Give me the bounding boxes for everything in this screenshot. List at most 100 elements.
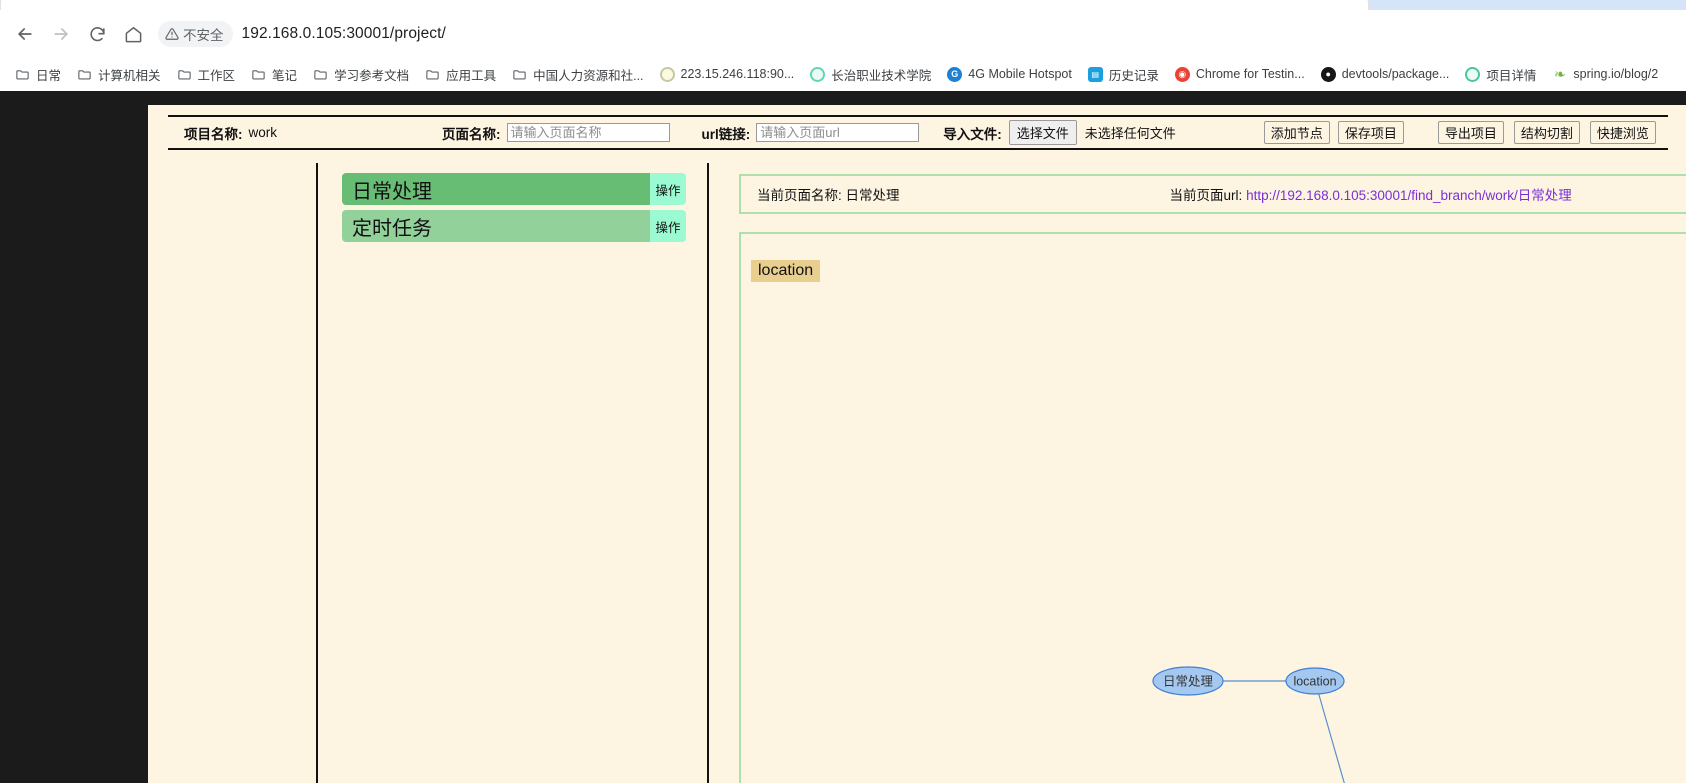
current-page-url-wrap: 当前页面url: http://192.168.0.105:30001/find… <box>1170 184 1572 204</box>
current-page-url-link[interactable]: http://192.168.0.105:30001/find_branch/w… <box>1246 188 1572 203</box>
graph-node-label: 日常处理 <box>1163 675 1214 689</box>
site-favicon-hotspot: G <box>947 66 963 82</box>
folder-icon <box>313 67 328 82</box>
file-status-text: 未选择任何文件 <box>1084 126 1176 141</box>
current-page-info-card: 当前页面名称: 日常处理 当前页面url: http://192.168.0.1… <box>739 174 1686 214</box>
detail-pane: 当前页面名称: 日常处理 当前页面url: http://192.168.0.1… <box>723 163 1686 783</box>
forward-arrow-icon <box>54 28 68 40</box>
bookmark-item[interactable]: 日常 <box>7 61 69 88</box>
action-buttons-secondary: 导出项目 结构切割 快捷浏览 <box>1437 121 1656 144</box>
current-page-name-value: 日常处理 <box>845 188 900 203</box>
home-button[interactable] <box>116 17 150 51</box>
bookmark-label: 223.15.246.118:90... <box>680 67 795 81</box>
url-group: url链接: <box>702 123 920 143</box>
bookmark-item[interactable]: G 4G Mobile Hotspot <box>939 63 1080 86</box>
browser-toolbar: 不安全 192.168.0.105:30001/project/ <box>0 10 1686 58</box>
import-file-group: 导入文件: 选择文件 未选择任何文件 <box>943 120 1176 145</box>
current-page-name-key: 当前页面名称: <box>757 188 842 203</box>
bookmark-label: 应用工具 <box>446 68 497 83</box>
bookmark-item[interactable]: ◉ Chrome for Testin... <box>1167 63 1313 86</box>
url-input[interactable] <box>756 123 920 142</box>
reload-icon <box>89 26 105 41</box>
tab-strip <box>0 0 1686 10</box>
structure-split-button[interactable]: 结构切割 <box>1513 121 1580 144</box>
address-bar[interactable]: 不安全 192.168.0.105:30001/project/ <box>158 19 1678 49</box>
list-item[interactable]: 日常处理 操作 <box>342 173 686 205</box>
browser-tab[interactable] <box>0 0 1369 10</box>
folder-icon <box>251 67 266 82</box>
folder-icon <box>77 67 92 82</box>
import-file-label: 导入文件: <box>943 126 1002 142</box>
bookmark-item[interactable]: 应用工具 <box>417 61 504 88</box>
bookmark-item[interactable]: 学习参考文档 <box>305 61 417 88</box>
bookmark-item[interactable]: 项目详情 <box>1457 61 1544 88</box>
security-status-chip[interactable]: 不安全 <box>158 21 233 47</box>
page-name-group: 页面名称: <box>442 123 670 143</box>
web-page: 项目名称: work 页面名称: url链接: 导入文件: 选择文件 未选择任何… <box>148 105 1686 783</box>
node-operation-button[interactable]: 操作 <box>650 173 686 205</box>
bookmark-item[interactable]: 223.15.246.118:90... <box>652 63 803 86</box>
project-name-value: work <box>248 125 278 140</box>
reload-button[interactable] <box>80 17 114 51</box>
bookmark-label: devtools/package... <box>1341 67 1450 81</box>
bookmark-item[interactable]: ❧ spring.io/blog/2 <box>1544 63 1666 86</box>
calendar-icon: ▤ <box>1087 66 1103 82</box>
current-page-name-label: 当前页面名称: 日常处理 <box>757 184 900 204</box>
node-title[interactable]: 日常处理 <box>342 173 650 205</box>
bookmark-item[interactable]: 长治职业技术学院 <box>802 61 939 88</box>
project-name-group: 项目名称: work <box>184 123 277 143</box>
node-operation-button[interactable]: 操作 <box>650 210 686 242</box>
bookmark-label: 历史记录 <box>1108 68 1159 83</box>
back-button[interactable] <box>8 17 42 51</box>
app-toolbar: 项目名称: work 页面名称: url链接: 导入文件: 选择文件 未选择任何… <box>168 115 1668 150</box>
folder-icon <box>425 67 440 82</box>
bookmark-item[interactable]: ▤ 历史记录 <box>1080 61 1167 88</box>
add-node-button[interactable]: 添加节点 <box>1263 121 1330 144</box>
bookmark-label: 日常 <box>36 68 62 83</box>
graph-node[interactable]: 日常处理 <box>1152 666 1224 696</box>
graph-node[interactable]: location <box>1285 667 1345 695</box>
security-status-label: 不安全 <box>183 28 224 43</box>
site-favicon-teal <box>810 66 826 82</box>
bookmark-item[interactable]: 笔记 <box>243 61 305 88</box>
graph-edge <box>1314 680 1345 783</box>
url-link-label: url链接: <box>701 126 751 142</box>
bookmark-label: 计算机相关 <box>98 68 161 83</box>
bookmark-label: 笔记 <box>272 68 298 83</box>
bookmark-item[interactable]: 工作区 <box>169 61 244 88</box>
chrome-icon: ◉ <box>1174 66 1190 82</box>
address-bar-url: 192.168.0.105:30001/project/ <box>241 25 446 42</box>
folder-icon <box>177 67 192 82</box>
bookmark-item[interactable]: ● devtools/package... <box>1313 63 1458 86</box>
node-title[interactable]: 定时任务 <box>342 210 650 242</box>
site-favicon-teal2 <box>1465 66 1481 82</box>
project-name-label: 项目名称: <box>184 126 243 142</box>
quick-browse-button[interactable]: 快捷浏览 <box>1589 121 1656 144</box>
list-item[interactable]: 定时任务 操作 <box>342 210 686 242</box>
bookmark-item[interactable]: 中国人力资源和社... <box>504 61 651 88</box>
site-favicon-ring <box>659 66 675 82</box>
spring-icon: ❧ <box>1552 65 1568 82</box>
graph-canvas[interactable]: location 日常处理location定时任务 <box>739 232 1686 783</box>
bookmark-label: 长治职业技术学院 <box>831 68 932 83</box>
home-icon <box>125 26 141 42</box>
action-buttons-primary: 添加节点 保存项目 <box>1263 121 1404 144</box>
bookmark-label: 4G Mobile Hotspot <box>968 67 1072 81</box>
page-name-input[interactable] <box>506 123 670 142</box>
bookmark-label: Chrome for Testin... <box>1195 67 1305 81</box>
save-project-button[interactable]: 保存项目 <box>1337 121 1404 144</box>
bookmark-label: spring.io/blog/2 <box>1573 67 1659 81</box>
node-list-pane: 日常处理 操作 定时任务 操作 <box>316 163 709 783</box>
export-project-button[interactable]: 导出项目 <box>1437 121 1504 144</box>
relation-graph[interactable]: 日常处理location定时任务 <box>741 234 1686 783</box>
page-name-label: 页面名称: <box>442 126 501 142</box>
bookmark-label: 工作区 <box>197 68 236 83</box>
forward-button[interactable] <box>44 17 78 51</box>
browser-window: 不安全 192.168.0.105:30001/project/ 日常 计算机相关… <box>0 0 1686 783</box>
choose-file-button[interactable]: 选择文件 <box>1008 120 1077 145</box>
github-icon: ● <box>1320 66 1336 82</box>
folder-icon <box>512 67 527 82</box>
bookmark-label: 学习参考文档 <box>334 68 410 83</box>
bookmark-item[interactable]: 计算机相关 <box>69 61 169 88</box>
page-viewport: 项目名称: work 页面名称: url链接: 导入文件: 选择文件 未选择任何… <box>0 91 1686 783</box>
